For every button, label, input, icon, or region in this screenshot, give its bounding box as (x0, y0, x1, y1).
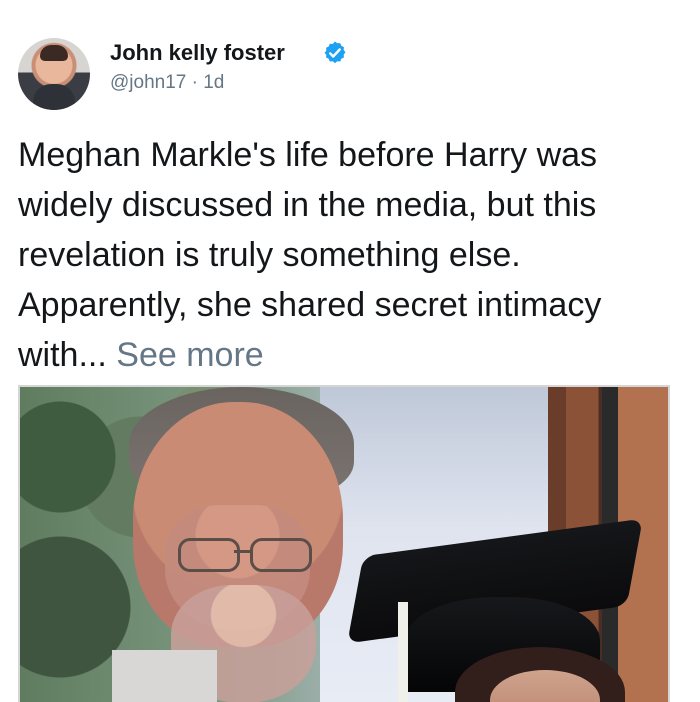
tweet-header: John kelly foster @john17 · 1d (0, 0, 700, 120)
see-more-link[interactable]: See more (116, 336, 263, 374)
man-shirt (112, 650, 217, 702)
glasses-left-lens (178, 538, 240, 572)
author-handle[interactable]: @john17 (110, 72, 186, 93)
graduation-tassel (398, 602, 408, 702)
post-text-block: Meghan Markle's life before Harry was wi… (18, 130, 688, 380)
post-text: Meghan Markle's life before Harry was wi… (18, 136, 602, 374)
glasses-right-lens (250, 538, 312, 572)
author-meta: @john17 · 1d (110, 72, 224, 94)
post-time: 1d (203, 72, 225, 93)
author-avatar[interactable] (18, 38, 90, 110)
verified-badge-icon (324, 41, 346, 64)
glasses-bridge (234, 550, 252, 553)
post-photo[interactable] (18, 385, 670, 702)
meta-separator: · (191, 72, 204, 93)
author-name[interactable]: John kelly foster (110, 40, 285, 66)
